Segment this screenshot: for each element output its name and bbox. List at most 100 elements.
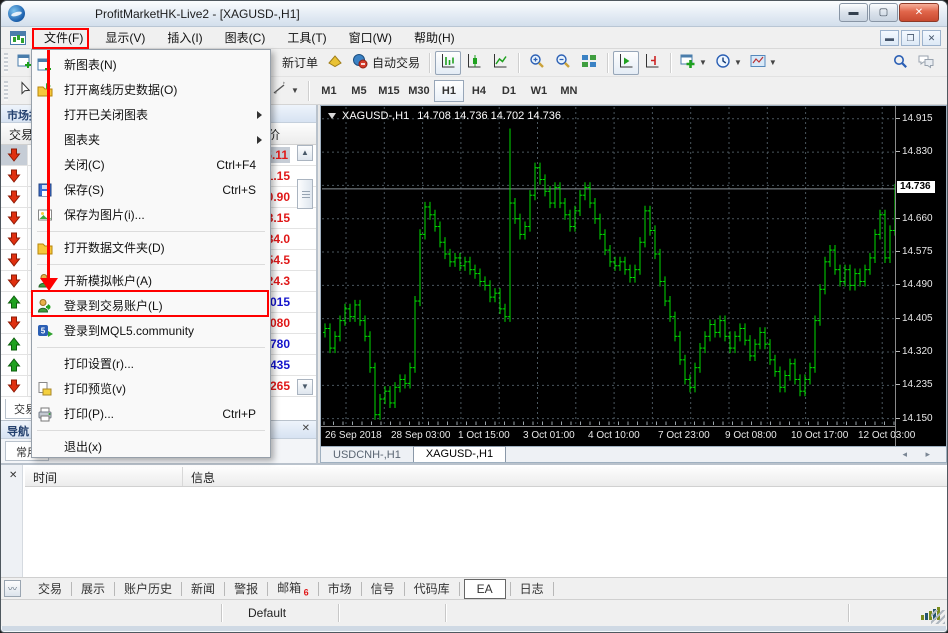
menu-tools[interactable]: 工具(T) [276, 26, 337, 49]
terminal-tab-6[interactable]: 邮箱 6 [268, 577, 318, 599]
menu-help[interactable]: 帮助(H) [403, 26, 466, 49]
autotrading-label: 自动交易 [372, 54, 420, 71]
timeframe-mn[interactable]: MN [554, 80, 584, 102]
terminal-tab-9[interactable]: 代码库 [405, 578, 459, 599]
file-menu-item-close[interactable]: 关闭(C)Ctrl+F4 [32, 152, 270, 177]
terminal-tab-1[interactable]: 交易 [29, 578, 71, 599]
file-menu-item-print[interactable]: 打印(P)...Ctrl+P [32, 401, 270, 426]
search-button[interactable] [887, 51, 913, 75]
scroll-up-icon[interactable]: ▲ [297, 145, 313, 161]
status-profile[interactable]: Default [222, 606, 338, 620]
price-down-icon [1, 313, 28, 333]
candlestick-button[interactable] [461, 51, 487, 75]
terminal-close-icon[interactable]: ✕ [9, 470, 17, 481]
file-menu-item-profiles[interactable]: 图表夹 [32, 127, 270, 152]
timeframe-m5[interactable]: M5 [344, 80, 374, 102]
file-menu-item-print-setup[interactable]: 打印设置(r)... [32, 351, 270, 376]
auto-scroll-button[interactable] [613, 51, 639, 75]
resize-grip[interactable] [931, 610, 945, 624]
chat-button[interactable] [913, 51, 939, 75]
file-menu-item-open-offline[interactable]: 打开离线历史数据(O) [32, 77, 270, 102]
chart-plot-area[interactable]: XAGUSD-,H1 14.708 14.736 14.702 14.736 [322, 107, 895, 425]
price-axis-label: 14.915 [902, 113, 933, 124]
terminal-tab-10[interactable]: EA [464, 579, 506, 599]
new-order-button[interactable]: 新订单 [274, 51, 322, 75]
terminal-tab-2[interactable]: 展示 [72, 578, 114, 599]
indicators-icon [680, 53, 696, 72]
file-menu-item-save-picture[interactable]: 保存为图片(i)... [32, 202, 270, 227]
chart-tab-usdcnhh1[interactable]: USDCNH-,H1 [321, 448, 413, 462]
chart-ohlc-label: 14.708 14.736 14.702 14.736 [417, 110, 561, 122]
terminal-tab-7[interactable]: 市场 [319, 578, 361, 599]
chart-window[interactable]: XAGUSD-,H1 14.708 14.736 14.702 14.736 1… [320, 105, 947, 463]
tile-windows-icon [581, 53, 597, 72]
timeframe-m30[interactable]: M30 [404, 80, 434, 102]
file-menu-item-open-account[interactable]: 开新模拟帐户(A) [32, 268, 270, 293]
menu-item-label: 退出(x) [64, 438, 270, 455]
timeframe-m1[interactable]: M1 [314, 80, 344, 102]
column-message[interactable]: 信息 [183, 467, 215, 486]
metaeditor-button[interactable] [322, 51, 348, 75]
chart-shift-button[interactable] [639, 51, 665, 75]
time-axis-label: 9 Oct 08:00 [725, 430, 777, 441]
indicators-button[interactable]: ▼ [676, 51, 711, 75]
mdi-restore-icon[interactable]: ❐ [901, 30, 920, 46]
time-axis[interactable]: 26 Sep 201828 Sep 03:001 Oct 15:003 Oct … [321, 426, 895, 445]
navigator-close-icon[interactable]: ✕ [302, 423, 310, 434]
chart-tab-xagusdh1[interactable]: XAGUSD-,H1 [413, 446, 506, 462]
zoom-out-button[interactable] [550, 51, 576, 75]
menu-charts[interactable]: 图表(C) [214, 26, 277, 49]
menu-insert[interactable]: 插入(I) [156, 26, 213, 49]
column-time[interactable]: 时间 [25, 467, 183, 486]
mdi-close-icon[interactable]: ✕ [922, 30, 941, 46]
tile-windows-button[interactable] [576, 51, 602, 75]
timeframe-h1[interactable]: H1 [434, 80, 464, 102]
close-button[interactable]: ✕ [899, 3, 939, 22]
line-chart-button[interactable] [487, 51, 513, 75]
chart-symbol-label: XAGUSD-,H1 [342, 110, 409, 122]
file-menu-item-login-trade[interactable]: 登录到交易账户(L) [32, 293, 270, 318]
menu-shortcut: Ctrl+P [222, 407, 256, 421]
terminal-tab-11[interactable]: 日志 [511, 578, 553, 599]
file-menu-item-print-preview[interactable]: 打印预览(v) [32, 376, 270, 401]
file-menu-item-data-folder[interactable]: 打开数据文件夹(D) [32, 235, 270, 260]
mdi-minimize-icon[interactable]: ▬ [880, 30, 899, 46]
periods-button[interactable]: ▼ [711, 51, 746, 75]
zoom-in-button[interactable] [524, 51, 550, 75]
file-menu-item-login-mql5[interactable]: 5登录到MQL5.community [32, 318, 270, 343]
time-axis-label: 10 Oct 17:00 [791, 430, 848, 441]
terminal-tab-5[interactable]: 警报 [225, 578, 267, 599]
toolbar-grip[interactable] [4, 81, 8, 101]
autotrading-button[interactable]: 自动交易 [348, 51, 424, 75]
menu-view[interactable]: 显示(V) [94, 26, 156, 49]
menu-file[interactable]: 文件(F) [36, 26, 94, 49]
price-axis-label: 14.235 [902, 379, 933, 390]
terminal-tab-4[interactable]: 新闻 [182, 578, 224, 599]
panel-dock-icon[interactable]: 〰 [4, 580, 21, 597]
price-axis[interactable]: 14.91514.83014.66014.57514.49014.40514.3… [895, 106, 946, 446]
file-menu-item-open-deleted[interactable]: 打开已关闭图表 [32, 102, 270, 127]
toolbar-grip[interactable] [4, 53, 8, 73]
timeframe-m15[interactable]: M15 [374, 80, 404, 102]
terminal-tab-8[interactable]: 信号 [362, 578, 404, 599]
line-tools-button[interactable]: ▼ [268, 79, 303, 103]
title-bar[interactable]: ProfitMarketHK-Live2 - [XAGUSD-,H1] ▬ ▢ … [1, 1, 947, 27]
tab-scroll-arrows-icon[interactable]: ◂ ▸ [902, 449, 938, 460]
menu-icon-spacer [37, 356, 55, 372]
bar-chart-button[interactable] [435, 51, 461, 75]
scrollbar-thumb[interactable] [297, 179, 313, 209]
timeframe-w1[interactable]: W1 [524, 80, 554, 102]
file-menu-item-save[interactable]: 保存(S)Ctrl+S [32, 177, 270, 202]
chevron-down-icon: ▼ [734, 58, 742, 67]
maximize-button[interactable]: ▢ [869, 3, 898, 22]
scroll-down-icon[interactable]: ▼ [297, 379, 313, 395]
minimize-button[interactable]: ▬ [839, 3, 868, 22]
chart-window-icon[interactable] [10, 31, 26, 45]
timeframe-h4[interactable]: H4 [464, 80, 494, 102]
terminal-tab-3[interactable]: 账户历史 [115, 578, 181, 599]
file-menu-item-new-chart[interactable]: 新图表(N) [32, 52, 270, 77]
timeframe-d1[interactable]: D1 [494, 80, 524, 102]
file-menu-item-exit[interactable]: 退出(x) [32, 434, 270, 459]
templates-button[interactable]: ▼ [746, 51, 781, 75]
menu-window[interactable]: 窗口(W) [338, 26, 403, 49]
